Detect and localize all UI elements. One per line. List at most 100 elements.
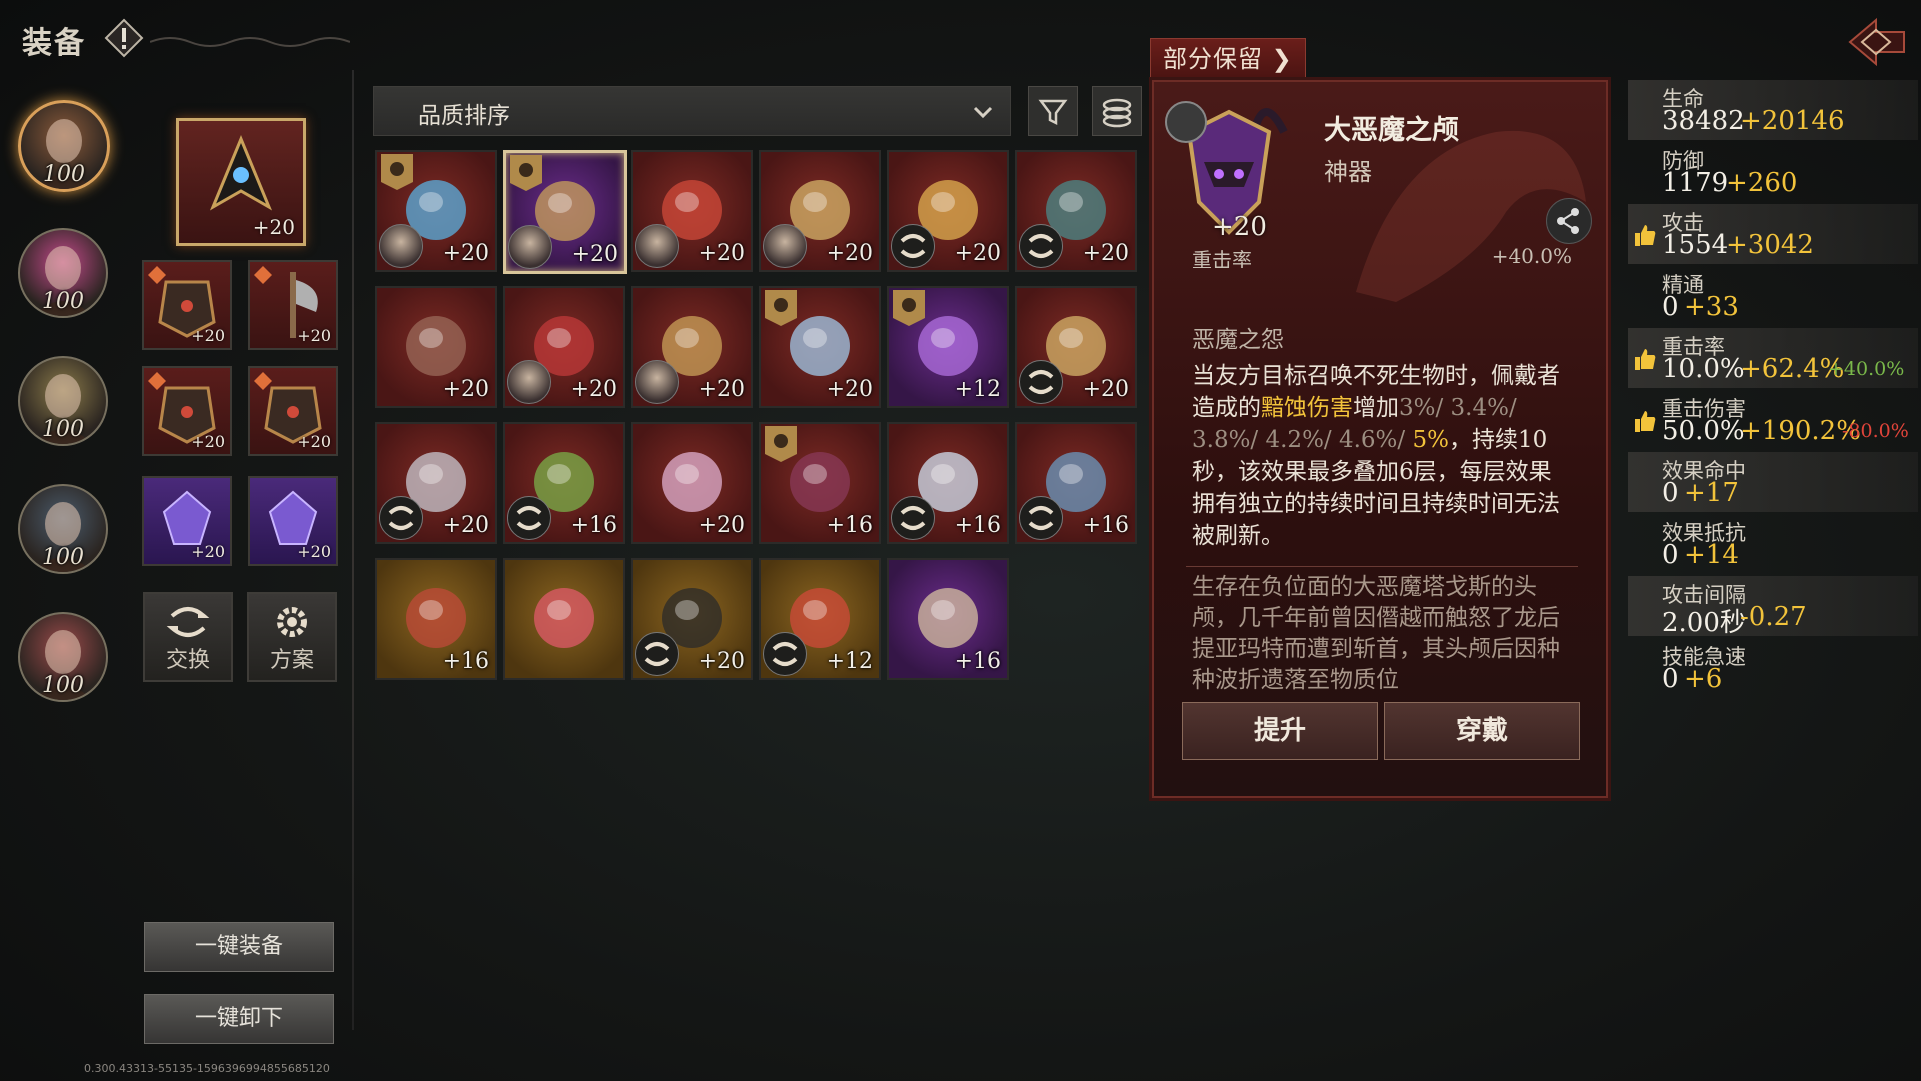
stat-row: 效果命中 0 +17	[1628, 452, 1918, 512]
inventory-item[interactable]: +20	[631, 150, 753, 272]
equip-slot-gauntlet[interactable]: +20	[248, 366, 338, 456]
item-level: +20	[826, 241, 873, 266]
inventory-item[interactable]: +16	[375, 558, 497, 680]
stat-row: 效果抵抗 0 +14	[1628, 514, 1918, 574]
lore-divider	[1186, 566, 1578, 567]
stat-bonus: +3042	[1726, 230, 1814, 260]
reserve-tab[interactable]: 部分保留 ❯	[1150, 38, 1306, 78]
stat-row: 防御 1179 +260	[1628, 142, 1918, 202]
detail-item-grade: 神器	[1324, 158, 1372, 186]
filter-button[interactable]	[1028, 86, 1078, 136]
upgrade-button[interactable]: 提升	[1182, 702, 1378, 760]
hero-portrait[interactable]: 100	[18, 612, 108, 702]
item-level: +20	[698, 513, 745, 538]
inventory-item[interactable]: +12	[759, 558, 881, 680]
item-level: +16	[826, 513, 873, 538]
wear-button[interactable]: 穿戴	[1384, 702, 1580, 760]
item-level: +20	[954, 241, 1001, 266]
stat-base: 0	[1662, 664, 1679, 694]
inventory-item[interactable]: +20	[631, 558, 753, 680]
item-level: +16	[954, 513, 1001, 538]
sort-dropdown[interactable]: 品质排序	[373, 86, 1011, 136]
stack-icon	[1102, 98, 1132, 128]
item-level: +16	[954, 649, 1001, 674]
inventory-item[interactable]: +20	[759, 150, 881, 272]
inventory-item[interactable]: +20	[375, 150, 497, 272]
stack-button[interactable]	[1092, 86, 1142, 136]
owner-avatar	[635, 224, 679, 268]
inventory-item[interactable]: +16	[1015, 422, 1137, 544]
detail-stat-row: 重击率 +40.0%	[1192, 246, 1572, 268]
inventory-item[interactable]: +20	[375, 422, 497, 544]
item-level: +20	[1082, 241, 1129, 266]
item-level: +20	[297, 542, 331, 561]
thumbs-up-icon	[1635, 225, 1656, 246]
item-level: +20	[698, 241, 745, 266]
equipped-main-slot[interactable]: +20	[176, 118, 306, 246]
reserve-tab-label: 部分保留	[1163, 45, 1263, 73]
inventory-item[interactable]	[503, 558, 625, 680]
skill-desc-text: 增加	[1353, 395, 1399, 421]
inventory-item[interactable]: +16	[503, 422, 625, 544]
share-button[interactable]	[1546, 198, 1592, 244]
stat-row: 技能急速 0 +6	[1628, 638, 1918, 698]
inventory-item[interactable]: +20	[1015, 286, 1137, 408]
equip-slot-armor[interactable]: +20	[142, 366, 232, 456]
inventory-item[interactable]: +20	[1015, 150, 1137, 272]
item-level: +16	[570, 513, 617, 538]
hero-portrait[interactable]: 100	[18, 356, 108, 446]
gear-icon	[277, 607, 307, 637]
equip-all-button[interactable]: 一键装备	[144, 922, 334, 972]
equip-slot-axe[interactable]: +20	[248, 260, 338, 350]
equip-slot-gem[interactable]: +20	[142, 476, 232, 566]
item-art	[662, 452, 722, 512]
panel-divider	[352, 70, 354, 1030]
inventory-item[interactable]: +20	[631, 286, 753, 408]
inventory-item[interactable]: +20	[375, 286, 497, 408]
stat-bonus: +33	[1684, 292, 1739, 322]
inventory-item[interactable]: +16	[887, 558, 1009, 680]
swap-icon	[1019, 496, 1063, 540]
plan-label: 方案	[269, 648, 314, 673]
set-tag-icon	[381, 154, 413, 190]
thumbs-up-icon	[1635, 349, 1656, 370]
item-art	[406, 588, 466, 648]
inventory-item[interactable]: +20	[887, 150, 1009, 272]
inventory-item[interactable]: +20	[503, 150, 627, 274]
version-text: 0.300.43313-55135-1596396994855685120	[84, 1062, 330, 1075]
swap-icon	[891, 496, 935, 540]
equip-slot-gem[interactable]: +20	[248, 476, 338, 566]
inventory-item[interactable]: +16	[759, 422, 881, 544]
inventory-item[interactable]: +16	[887, 422, 1009, 544]
stat-base: 38482	[1662, 106, 1745, 136]
exchange-button[interactable]: 交换	[143, 592, 233, 682]
hero-portrait[interactable]: 100	[18, 228, 108, 318]
hero-level: 100	[42, 417, 84, 442]
owner-avatar	[507, 360, 551, 404]
item-level: +16	[1082, 513, 1129, 538]
item-level: +16	[442, 649, 489, 674]
unequip-all-button[interactable]: 一键卸下	[144, 994, 334, 1044]
inventory-item[interactable]: +12	[887, 286, 1009, 408]
exclamation-icon[interactable]	[104, 18, 144, 58]
damage-type: 黯蚀伤害	[1261, 395, 1353, 421]
inventory-item[interactable]: +20	[503, 286, 625, 408]
stat-base: 0	[1662, 540, 1679, 570]
stat-row: 攻击间隔 2.00秒 -0.27	[1628, 576, 1918, 638]
equip-slot-helmet[interactable]: +20	[142, 260, 232, 350]
slot-type-icon	[253, 265, 273, 285]
plan-button[interactable]: 方案	[247, 592, 337, 682]
hero-portrait[interactable]: 100	[18, 484, 108, 574]
stat-bonus: +17	[1684, 478, 1739, 508]
back-button[interactable]	[1846, 14, 1908, 70]
funnel-icon	[1038, 99, 1068, 126]
inventory-item[interactable]: +20	[631, 422, 753, 544]
inventory-item[interactable]: +20	[759, 286, 881, 408]
item-level: +20	[191, 432, 225, 451]
set-tag-icon	[765, 290, 797, 326]
hero-portrait[interactable]: 100	[18, 100, 110, 192]
stat-bonus: +14	[1684, 540, 1739, 570]
sort-label: 品质排序	[418, 103, 510, 129]
detail-stat-value: +40.0%	[1491, 246, 1572, 268]
share-icon	[1557, 208, 1579, 234]
